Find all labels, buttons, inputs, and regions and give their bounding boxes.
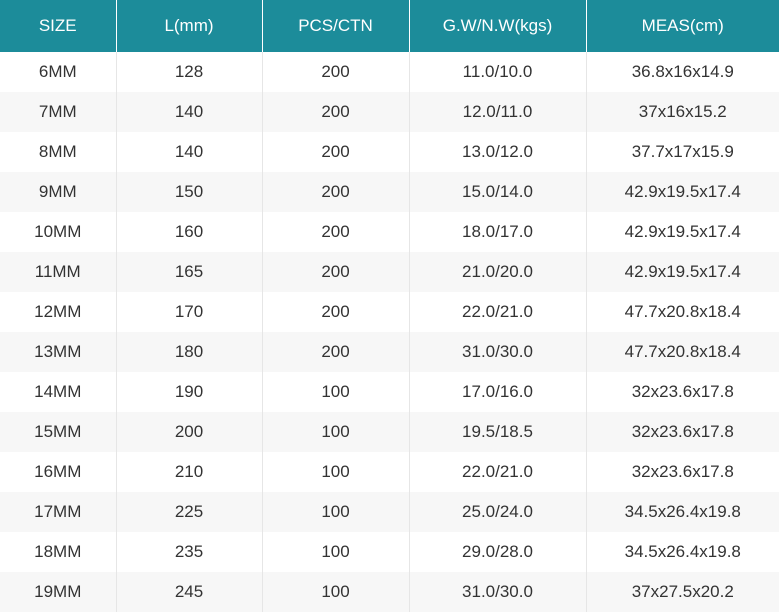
cell-size: 8MM: [0, 132, 117, 172]
cell-weight: 31.0/30.0: [409, 572, 587, 612]
cell-length: 140: [116, 92, 263, 132]
cell-measurement: 32x23.6x17.8: [586, 372, 779, 412]
header-measurement: MEAS(cm): [586, 0, 779, 52]
cell-weight: 22.0/21.0: [409, 452, 587, 492]
cell-measurement: 34.5x26.4x19.8: [586, 532, 779, 572]
cell-length: 180: [116, 332, 263, 372]
cell-length: 128: [116, 52, 263, 92]
table-row: 10MM 160 200 18.0/17.0 42.9x19.5x17.4: [0, 212, 779, 252]
cell-size: 13MM: [0, 332, 117, 372]
cell-measurement: 42.9x19.5x17.4: [586, 252, 779, 292]
cell-weight: 25.0/24.0: [409, 492, 587, 532]
cell-weight: 22.0/21.0: [409, 292, 587, 332]
cell-size: 9MM: [0, 172, 117, 212]
cell-weight: 21.0/20.0: [409, 252, 587, 292]
cell-length: 235: [116, 532, 263, 572]
cell-measurement: 47.7x20.8x18.4: [586, 332, 779, 372]
cell-pcs-per-carton: 100: [262, 452, 410, 492]
header-row: SIZE L(mm) PCS/CTN G.W/N.W(kgs) MEAS(cm): [0, 0, 779, 52]
cell-size: 7MM: [0, 92, 117, 132]
table-row: 19MM 245 100 31.0/30.0 37x27.5x20.2: [0, 572, 779, 612]
cell-weight: 15.0/14.0: [409, 172, 587, 212]
cell-pcs-per-carton: 200: [262, 212, 410, 252]
cell-measurement: 47.7x20.8x18.4: [586, 292, 779, 332]
cell-measurement: 32x23.6x17.8: [586, 452, 779, 492]
table-header: SIZE L(mm) PCS/CTN G.W/N.W(kgs) MEAS(cm): [0, 0, 779, 52]
cell-size: 14MM: [0, 372, 117, 412]
cell-weight: 13.0/12.0: [409, 132, 587, 172]
cell-length: 225: [116, 492, 263, 532]
cell-pcs-per-carton: 200: [262, 172, 410, 212]
table-row: 6MM 128 200 11.0/10.0 36.8x16x14.9: [0, 52, 779, 92]
cell-weight: 11.0/10.0: [409, 52, 587, 92]
cell-pcs-per-carton: 100: [262, 372, 410, 412]
cell-length: 210: [116, 452, 263, 492]
header-length: L(mm): [116, 0, 263, 52]
table-row: 11MM 165 200 21.0/20.0 42.9x19.5x17.4: [0, 252, 779, 292]
cell-measurement: 36.8x16x14.9: [586, 52, 779, 92]
header-weight: G.W/N.W(kgs): [409, 0, 587, 52]
cell-size: 16MM: [0, 452, 117, 492]
cell-weight: 19.5/18.5: [409, 412, 587, 452]
cell-pcs-per-carton: 200: [262, 292, 410, 332]
cell-length: 165: [116, 252, 263, 292]
cell-length: 160: [116, 212, 263, 252]
cell-length: 190: [116, 372, 263, 412]
cell-weight: 12.0/11.0: [409, 92, 587, 132]
cell-measurement: 32x23.6x17.8: [586, 412, 779, 452]
table-row: 16MM 210 100 22.0/21.0 32x23.6x17.8: [0, 452, 779, 492]
cell-size: 12MM: [0, 292, 117, 332]
table-body: 6MM 128 200 11.0/10.0 36.8x16x14.9 7MM 140 200 1…: [0, 52, 779, 612]
cell-measurement: 34.5x26.4x19.8: [586, 492, 779, 532]
cell-pcs-per-carton: 200: [262, 92, 410, 132]
cell-pcs-per-carton: 100: [262, 572, 410, 612]
cell-size: 17MM: [0, 492, 117, 532]
cell-size: 19MM: [0, 572, 117, 612]
cell-weight: 18.0/17.0: [409, 212, 587, 252]
table-row: 7MM 140 200 12.0/11.0 37x16x15.2: [0, 92, 779, 132]
cell-measurement: 42.9x19.5x17.4: [586, 172, 779, 212]
cell-size: 11MM: [0, 252, 117, 292]
table-row: 15MM 200 100 19.5/18.5 32x23.6x17.8: [0, 412, 779, 452]
cell-weight: 31.0/30.0: [409, 332, 587, 372]
spec-table: SIZE L(mm) PCS/CTN G.W/N.W(kgs) MEAS(cm)…: [0, 0, 779, 612]
cell-weight: 17.0/16.0: [409, 372, 587, 412]
table-row: 8MM 140 200 13.0/12.0 37.7x17x15.9: [0, 132, 779, 172]
cell-pcs-per-carton: 200: [262, 52, 410, 92]
cell-length: 200: [116, 412, 263, 452]
cell-pcs-per-carton: 100: [262, 532, 410, 572]
cell-size: 10MM: [0, 212, 117, 252]
table-row: 18MM 235 100 29.0/28.0 34.5x26.4x19.8: [0, 532, 779, 572]
cell-measurement: 37x27.5x20.2: [586, 572, 779, 612]
cell-size: 6MM: [0, 52, 117, 92]
cell-pcs-per-carton: 200: [262, 132, 410, 172]
header-pcs-per-carton: PCS/CTN: [262, 0, 410, 52]
cell-pcs-per-carton: 200: [262, 252, 410, 292]
cell-measurement: 37.7x17x15.9: [586, 132, 779, 172]
cell-length: 245: [116, 572, 263, 612]
cell-size: 18MM: [0, 532, 117, 572]
cell-length: 150: [116, 172, 263, 212]
cell-pcs-per-carton: 100: [262, 412, 410, 452]
cell-measurement: 42.9x19.5x17.4: [586, 212, 779, 252]
cell-size: 15MM: [0, 412, 117, 452]
cell-pcs-per-carton: 200: [262, 332, 410, 372]
table-row: 9MM 150 200 15.0/14.0 42.9x19.5x17.4: [0, 172, 779, 212]
header-size: SIZE: [0, 0, 117, 52]
table-row: 14MM 190 100 17.0/16.0 32x23.6x17.8: [0, 372, 779, 412]
cell-length: 170: [116, 292, 263, 332]
cell-pcs-per-carton: 100: [262, 492, 410, 532]
table-row: 13MM 180 200 31.0/30.0 47.7x20.8x18.4: [0, 332, 779, 372]
cell-weight: 29.0/28.0: [409, 532, 587, 572]
cell-measurement: 37x16x15.2: [586, 92, 779, 132]
table-row: 12MM 170 200 22.0/21.0 47.7x20.8x18.4: [0, 292, 779, 332]
table-row: 17MM 225 100 25.0/24.0 34.5x26.4x19.8: [0, 492, 779, 532]
cell-length: 140: [116, 132, 263, 172]
